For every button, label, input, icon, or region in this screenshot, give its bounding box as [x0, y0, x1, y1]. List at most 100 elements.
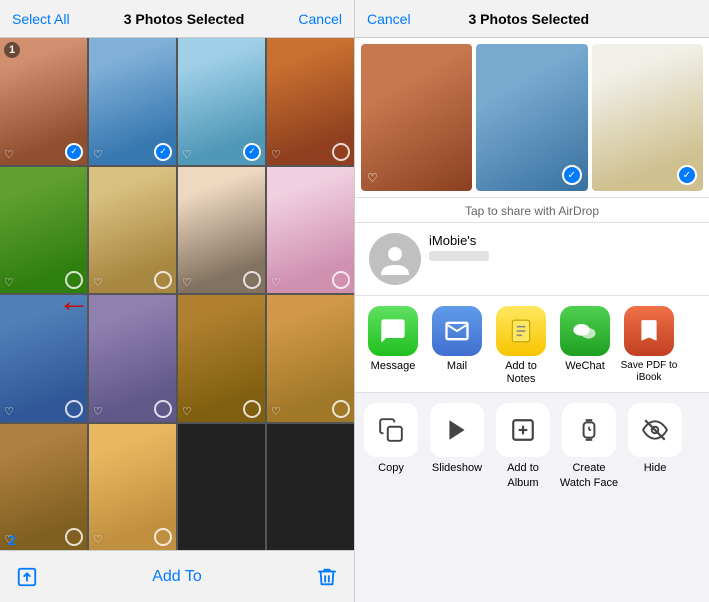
left-cancel-button[interactable]: Cancel [298, 11, 342, 27]
trash-icon [316, 566, 338, 588]
photo-cell-5[interactable]: ♡ [0, 167, 87, 294]
strip-photo-3[interactable]: ✓ [592, 44, 703, 191]
strip-heart-1: ♡ [367, 171, 378, 185]
share-apps-row: Message Mail Add to Notes WeChat [355, 296, 709, 393]
photo-cell-12[interactable]: ♡ [267, 295, 354, 422]
photo-cell-15 [178, 424, 265, 551]
left-toolbar: Select All 3 Photos Selected Cancel [0, 0, 354, 38]
select-all-button[interactable]: Select All [12, 11, 70, 27]
books-app-label: Save PDF to iBook [619, 360, 679, 384]
photo-check-2: ✓ [154, 143, 172, 161]
photo-cell-2[interactable]: ✓ ♡ [89, 38, 176, 165]
photo-cell-1[interactable]: 1 ✓ ♡ [0, 38, 87, 165]
heart-icon-10: ♡ [93, 405, 103, 418]
action-watchface[interactable]: Create Watch Face [557, 403, 621, 490]
contact-row: iMobie's ← [355, 223, 709, 296]
empty-check-5 [65, 271, 83, 289]
wechat-app-icon [560, 306, 610, 356]
wechat-bubble-icon [571, 317, 599, 345]
slideshow-action-label: Slideshow [432, 461, 482, 475]
delete-button[interactable] [316, 566, 338, 588]
photo-check-3: ✓ [243, 143, 261, 161]
selected-photos-strip: ♡ ✓ ✓ [355, 38, 709, 198]
photo-grid: 1 ✓ ♡ ✓ ♡ ✓ ♡ ♡ ♡ ♡ [0, 38, 354, 550]
right-toolbar: Cancel 3 Photos Selected [355, 0, 709, 38]
empty-check-10 [154, 400, 172, 418]
photo-num-badge-1: 1 [4, 42, 20, 58]
copy-icon-box [364, 403, 418, 457]
strip-photo-1[interactable]: ♡ [361, 44, 472, 191]
empty-check-9 [65, 400, 83, 418]
message-bubble-icon [379, 317, 407, 345]
heart-icon-6: ♡ [93, 276, 103, 289]
message-app-label: Message [371, 360, 416, 373]
empty-check-6 [154, 271, 172, 289]
share-app-message[interactable]: Message [363, 306, 423, 373]
actions-row: Copy Slideshow Add to Album [355, 393, 709, 496]
copy-icon [378, 417, 404, 443]
empty-check-8 [332, 271, 350, 289]
empty-check-7 [243, 271, 261, 289]
share-app-books[interactable]: Save PDF to iBook [619, 306, 679, 384]
heart-icon-11: ♡ [182, 405, 192, 418]
share-icon [16, 566, 38, 588]
contact-name: iMobie's [429, 233, 489, 248]
photo-cell-11[interactable]: ♡ [178, 295, 265, 422]
share-button[interactable] [16, 566, 38, 588]
hide-icon [642, 417, 668, 443]
add-album-icon [510, 417, 536, 443]
notes-doc-icon [508, 318, 534, 344]
photo-cell-8[interactable]: ♡ [267, 167, 354, 294]
empty-check-11 [243, 400, 261, 418]
play-icon [444, 417, 470, 443]
watchface-action-label: Create Watch Face [557, 461, 621, 490]
books-bookmark-icon [636, 318, 662, 344]
action-copy[interactable]: Copy [359, 403, 423, 475]
photo-cell-9[interactable]: ♡ [0, 295, 87, 422]
action-slideshow[interactable]: Slideshow [425, 403, 489, 475]
strip-photo-2[interactable]: ✓ [476, 44, 587, 191]
message-app-icon [368, 306, 418, 356]
empty-check-12 [332, 400, 350, 418]
wechat-app-label: WeChat [565, 360, 605, 373]
photo-cell-10[interactable]: ♡ [89, 295, 176, 422]
contact-sub-text [429, 251, 489, 261]
photo-cell-6[interactable]: ♡ [89, 167, 176, 294]
airdrop-hint: Tap to share with AirDrop [355, 198, 709, 223]
strip-check-2: ✓ [562, 165, 582, 185]
photo-cell-4[interactable]: ♡ [267, 38, 354, 165]
empty-check-13 [65, 528, 83, 546]
share-app-mail[interactable]: Mail [427, 306, 487, 373]
mail-app-icon [432, 306, 482, 356]
photo-cell-14[interactable]: ♡ [89, 424, 176, 551]
left-content: 1 ✓ ♡ ✓ ♡ ✓ ♡ ♡ ♡ ♡ [0, 38, 354, 602]
slideshow-icon-box [430, 403, 484, 457]
action-hide[interactable]: Hide [623, 403, 687, 475]
mail-app-label: Mail [447, 360, 467, 373]
share-app-wechat[interactable]: WeChat [555, 306, 615, 373]
add-to-button[interactable]: Add To [152, 568, 202, 586]
heart-icon-7: ♡ [182, 276, 192, 289]
left-title: 3 Photos Selected [124, 11, 245, 27]
right-cancel-button[interactable]: Cancel [367, 11, 411, 27]
add-album-action-label: Add to Album [491, 461, 555, 490]
badge-2: 2 [8, 532, 16, 548]
strip-check-3: ✓ [677, 165, 697, 185]
person-icon [377, 241, 413, 277]
heart-icon-9: ♡ [4, 405, 14, 418]
photo-cell-3[interactable]: ✓ ♡ [178, 38, 265, 165]
heart-icon-4: ♡ [271, 148, 281, 161]
heart-icon-3: ♡ [182, 148, 192, 161]
heart-icon-14: ♡ [93, 533, 103, 546]
share-app-notes[interactable]: Add to Notes [491, 306, 551, 386]
heart-icon-8: ♡ [271, 276, 281, 289]
empty-check-4 [332, 143, 350, 161]
hide-icon-box [628, 403, 682, 457]
left-panel: Select All 3 Photos Selected Cancel 1 ✓ … [0, 0, 355, 602]
add-album-icon-box [496, 403, 550, 457]
contact-avatar[interactable] [369, 233, 421, 285]
action-add-album[interactable]: Add to Album [491, 403, 555, 490]
books-app-icon [624, 306, 674, 356]
heart-icon-2: ♡ [93, 148, 103, 161]
photo-cell-7[interactable]: ♡ [178, 167, 265, 294]
